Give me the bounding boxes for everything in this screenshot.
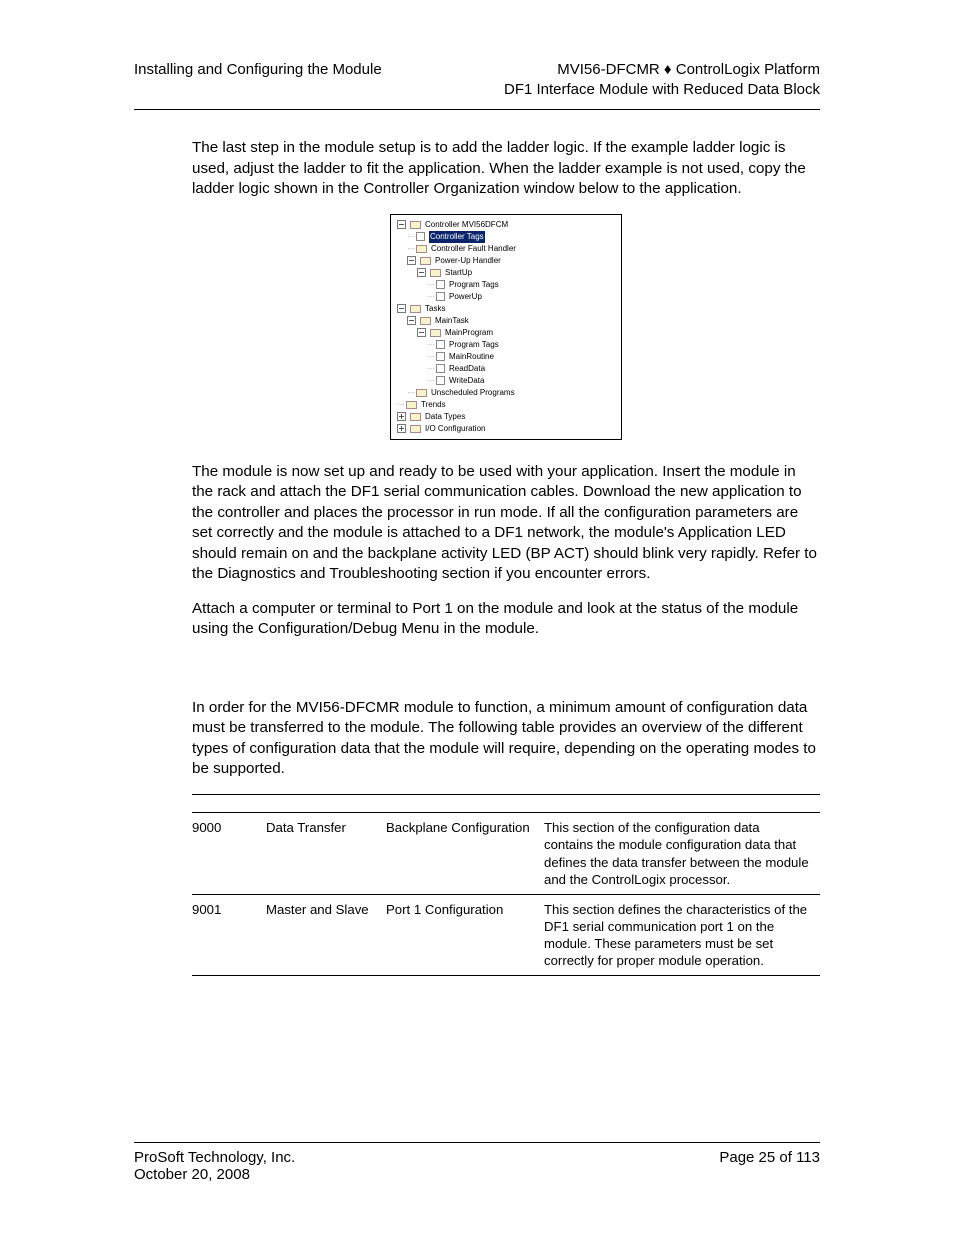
tree-item: ⋯MainRoutine bbox=[397, 351, 615, 363]
tree-item: ⋯WriteData bbox=[397, 375, 615, 387]
tree-item: Data Types bbox=[397, 411, 615, 423]
tree-item: Tasks bbox=[397, 303, 615, 315]
paragraph-2: The module is now set up and ready to be… bbox=[192, 462, 820, 585]
tree-item: MainTask bbox=[397, 315, 615, 327]
footer-page-number: Page 25 of 113 bbox=[719, 1149, 820, 1183]
tree-item: ⋯Controller Fault Handler bbox=[397, 243, 615, 255]
tree-item: Power-Up Handler bbox=[397, 255, 615, 267]
tree-item: StartUp bbox=[397, 267, 615, 279]
table-cell: 9001 bbox=[192, 894, 266, 976]
config-table: 9000 Data Transfer Backplane Configurati… bbox=[192, 794, 820, 977]
tree-item: ⋯ReadData bbox=[397, 363, 615, 375]
footer-date: October 20, 2008 bbox=[134, 1166, 295, 1183]
table-cell: This section of the configuration data c… bbox=[544, 813, 820, 895]
controller-organization-tree: Controller MVI56DFCM ⋯Controller Tags ⋯C… bbox=[390, 214, 622, 440]
page-header: Installing and Configuring the Module MV… bbox=[134, 60, 820, 109]
tree-item: ⋯Trends bbox=[397, 399, 615, 411]
tree-item: ⋯Unscheduled Programs bbox=[397, 387, 615, 399]
header-rule bbox=[134, 109, 820, 110]
tree-item: ⋯Controller Tags bbox=[397, 231, 615, 243]
header-right: MVI56-DFCMR ♦ ControlLogix Platform DF1 … bbox=[504, 60, 820, 99]
table-cell: Data Transfer bbox=[266, 813, 386, 895]
tree-item: ⋯Program Tags bbox=[397, 279, 615, 291]
header-left: Installing and Configuring the Module bbox=[134, 60, 382, 99]
table-cell: Port 1 Configuration bbox=[386, 894, 544, 976]
footer-rule bbox=[134, 1142, 820, 1143]
paragraph-1: The last step in the module setup is to … bbox=[192, 138, 820, 200]
table-cell: This section defines the characteristics… bbox=[544, 894, 820, 976]
footer-company: ProSoft Technology, Inc. bbox=[134, 1149, 295, 1166]
table-cell: Backplane Configuration bbox=[386, 813, 544, 895]
tree-item: I/O Configuration bbox=[397, 423, 615, 435]
tree-item: ⋯Program Tags bbox=[397, 339, 615, 351]
page-footer: ProSoft Technology, Inc. October 20, 200… bbox=[134, 1126, 820, 1183]
table-cell: Master and Slave bbox=[266, 894, 386, 976]
table-cell: 9000 bbox=[192, 813, 266, 895]
paragraph-4: In order for the MVI56-DFCMR module to f… bbox=[192, 698, 820, 780]
tree-item: MainProgram bbox=[397, 327, 615, 339]
tree-item: Controller MVI56DFCM bbox=[397, 219, 615, 231]
tree-item: ⋯PowerUp bbox=[397, 291, 615, 303]
paragraph-3: Attach a computer or terminal to Port 1 … bbox=[192, 599, 820, 640]
